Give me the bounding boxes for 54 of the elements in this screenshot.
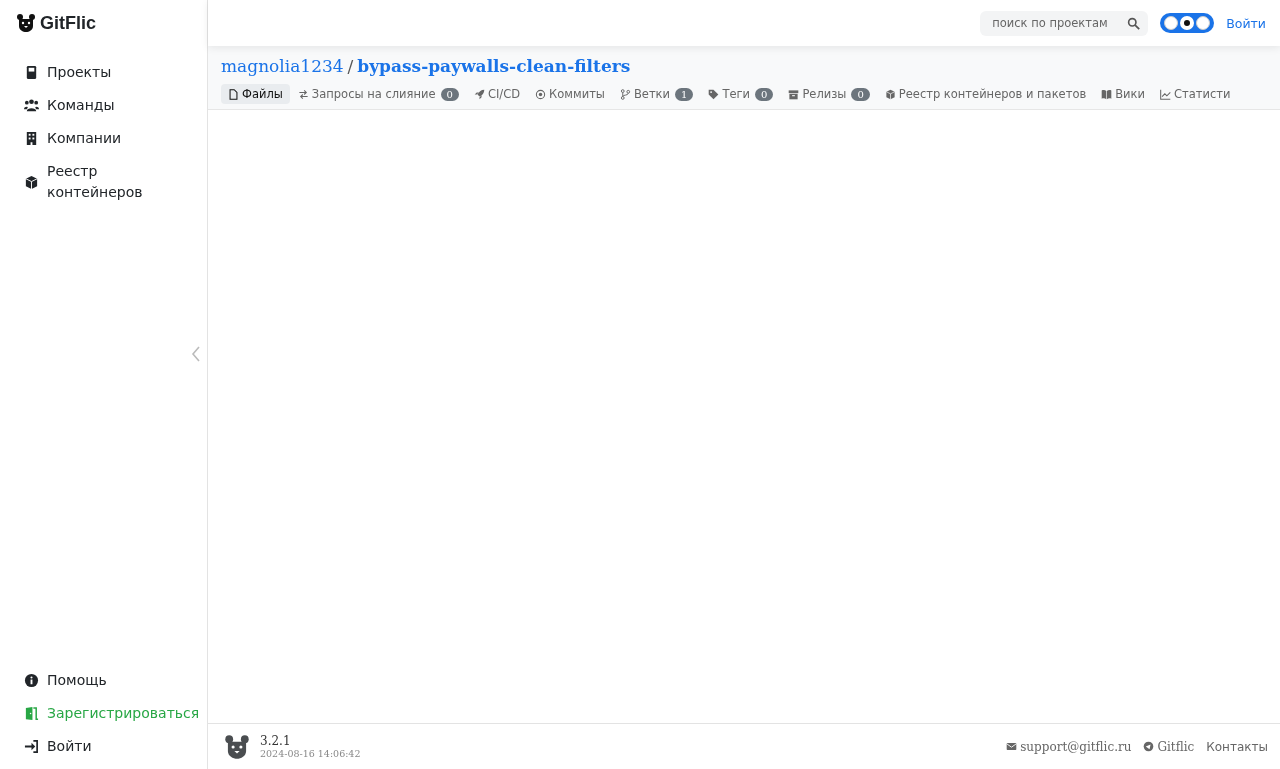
tab[interactable]: Файлы	[221, 84, 290, 104]
book-icon	[1101, 88, 1113, 100]
commit-icon	[535, 88, 547, 100]
telegram-icon	[1143, 741, 1155, 752]
tab[interactable]: CI/CD	[466, 84, 528, 104]
tab[interactable]: Ветки 1	[612, 84, 701, 104]
sidebar-item[interactable]: Зарегистрироваться	[24, 697, 207, 730]
tab[interactable]: Теги 0	[701, 84, 781, 104]
login-link[interactable]: Войти	[1226, 15, 1266, 31]
building-icon	[24, 131, 39, 146]
build-date: 2024-08-16 14:06:42	[260, 748, 361, 759]
bear-logo-icon	[16, 13, 36, 33]
tab[interactable]: Запросы на слияние 0	[290, 84, 466, 104]
brand-name[interactable]: GitFlic	[40, 12, 96, 34]
footer-link[interactable]: Gitflic	[1143, 739, 1195, 754]
tag-icon	[708, 88, 720, 100]
chart-icon	[1160, 88, 1171, 100]
box-icon	[24, 174, 39, 190]
version-text: 3.2.1	[260, 734, 292, 748]
box-icon	[884, 88, 896, 100]
bear-logo-icon	[224, 732, 250, 761]
login-icon	[24, 739, 39, 754]
file-icon	[228, 88, 239, 100]
search-icon[interactable]	[1127, 16, 1141, 30]
repo-link[interactable]: bypass-paywalls-clean-filters	[357, 56, 631, 76]
sidebar-item[interactable]: Команды	[24, 89, 207, 122]
sidebar-item[interactable]: Реестр контейнеров	[24, 155, 207, 209]
tab[interactable]: Вики	[1094, 84, 1152, 104]
sidebar-item[interactable]: Проекты	[24, 56, 207, 89]
count-badge: 0	[851, 87, 870, 101]
tab[interactable]: Релизы 0	[781, 84, 877, 104]
sidebar-item[interactable]: Компании	[24, 122, 207, 155]
count-badge: 0	[755, 87, 774, 101]
users-icon	[24, 98, 39, 113]
count-badge: 0	[440, 87, 459, 101]
count-badge: 1	[675, 87, 694, 101]
tab[interactable]: Реестр контейнеров и пакетов	[877, 84, 1094, 104]
book-icon	[24, 65, 39, 80]
search-field[interactable]: поиск по проектам	[980, 10, 1149, 36]
arrows-icon	[297, 88, 309, 100]
owner-link[interactable]: magnolia1234	[221, 56, 344, 76]
sidebar-item[interactable]: Помощь	[24, 664, 207, 697]
breadcrumb-separator: /	[347, 56, 354, 76]
archive-icon	[788, 88, 800, 100]
footer-link[interactable]: support@gitflic.ru	[1006, 739, 1132, 754]
tab[interactable]: Статисти	[1153, 84, 1238, 104]
rocket-icon	[473, 88, 485, 100]
branch-icon	[619, 88, 631, 100]
door-icon	[24, 706, 39, 721]
mail-icon	[1006, 741, 1018, 752]
info-icon	[24, 673, 39, 688]
footer-link[interactable]: Контакты	[1206, 739, 1268, 754]
sidebar-item[interactable]: Войти	[24, 730, 207, 763]
tab[interactable]: Коммиты	[528, 84, 612, 104]
